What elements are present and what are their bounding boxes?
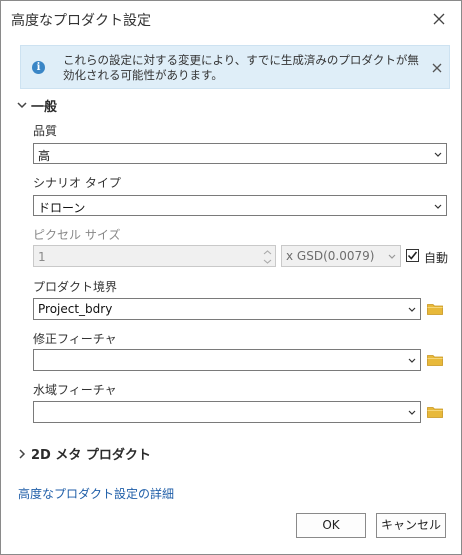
chevron-down-icon <box>388 252 396 260</box>
scenario-type-label: シナリオ タイプ <box>33 176 121 190</box>
browse-correction-button[interactable] <box>427 354 443 366</box>
quality-select[interactable]: 高 <box>33 143 447 164</box>
dialog-title: 高度なプロダクト設定 <box>11 13 151 29</box>
ok-button[interactable]: OK <box>296 513 366 538</box>
folder-icon <box>427 304 443 315</box>
warning-notice: i これらの設定に対する変更により、すでに生成済みのプロダクトが無効化される可能… <box>20 45 450 89</box>
scenario-type-value: ドローン <box>38 201 86 215</box>
chevron-down-icon <box>434 202 442 210</box>
water-features-select[interactable] <box>33 401 421 423</box>
title-bar: 高度なプロダクト設定 <box>1 1 461 37</box>
notice-close-button[interactable] <box>430 61 444 75</box>
spinner-up-icon[interactable] <box>263 248 272 256</box>
close-icon <box>432 63 442 73</box>
general-section-header[interactable]: 一般 <box>16 96 57 115</box>
details-link[interactable]: 高度なプロダクト設定の詳細 <box>18 485 174 502</box>
chevron-down-icon <box>434 150 442 158</box>
correction-features-label: 修正フィーチャ <box>33 332 117 346</box>
water-features-label: 水域フィーチャ <box>33 383 117 397</box>
quality-value: 高 <box>38 149 51 163</box>
auto-checkbox[interactable] <box>406 249 419 262</box>
product-boundary-value: Project_bdry <box>38 302 113 316</box>
pixel-size-unit-select[interactable]: x GSD(0.0079) <box>281 245 401 267</box>
info-icon: i <box>32 61 45 74</box>
chevron-down-icon <box>408 408 416 416</box>
notice-text: これらの設定に対する変更により、すでに生成済みのプロダクトが無効化される可能性が… <box>63 53 419 82</box>
close-icon <box>433 13 445 25</box>
spinner-down-icon[interactable] <box>263 257 272 265</box>
quality-label: 品質 <box>33 124 58 138</box>
folder-icon <box>427 355 443 366</box>
chevron-down-icon <box>16 100 28 112</box>
scenario-type-select[interactable]: ドローン <box>33 195 447 216</box>
pixel-size-value: 1 <box>38 250 46 264</box>
pixel-size-spinner[interactable]: 1 <box>33 245 276 267</box>
checkmark-icon <box>407 251 418 260</box>
pixel-size-unit-value: x GSD(0.0079) <box>286 249 375 263</box>
chevron-right-icon <box>16 448 28 460</box>
browse-water-button[interactable] <box>427 406 443 418</box>
chevron-down-icon <box>408 305 416 313</box>
chevron-down-icon <box>408 356 416 364</box>
correction-features-select[interactable] <box>33 349 421 371</box>
pixel-size-label: ピクセル サイズ <box>33 228 121 242</box>
advanced-product-settings-dialog: 高度なプロダクト設定 i これらの設定に対する変更により、すでに生成済みのプロダ… <box>0 0 462 555</box>
browse-boundary-button[interactable] <box>427 303 443 315</box>
close-button[interactable] <box>429 9 449 29</box>
product-boundary-label: プロダクト境界 <box>33 280 118 294</box>
product-boundary-select[interactable]: Project_bdry <box>33 298 421 320</box>
cancel-button[interactable]: キャンセル <box>376 513 446 538</box>
meta-product-section-header[interactable]: 2D メタ プロダクト <box>16 444 151 463</box>
meta-product-section-label: 2D メタ プロダクト <box>31 448 151 463</box>
folder-icon <box>427 407 443 418</box>
general-section-label: 一般 <box>31 100 58 115</box>
auto-label: 自動 <box>424 251 449 265</box>
